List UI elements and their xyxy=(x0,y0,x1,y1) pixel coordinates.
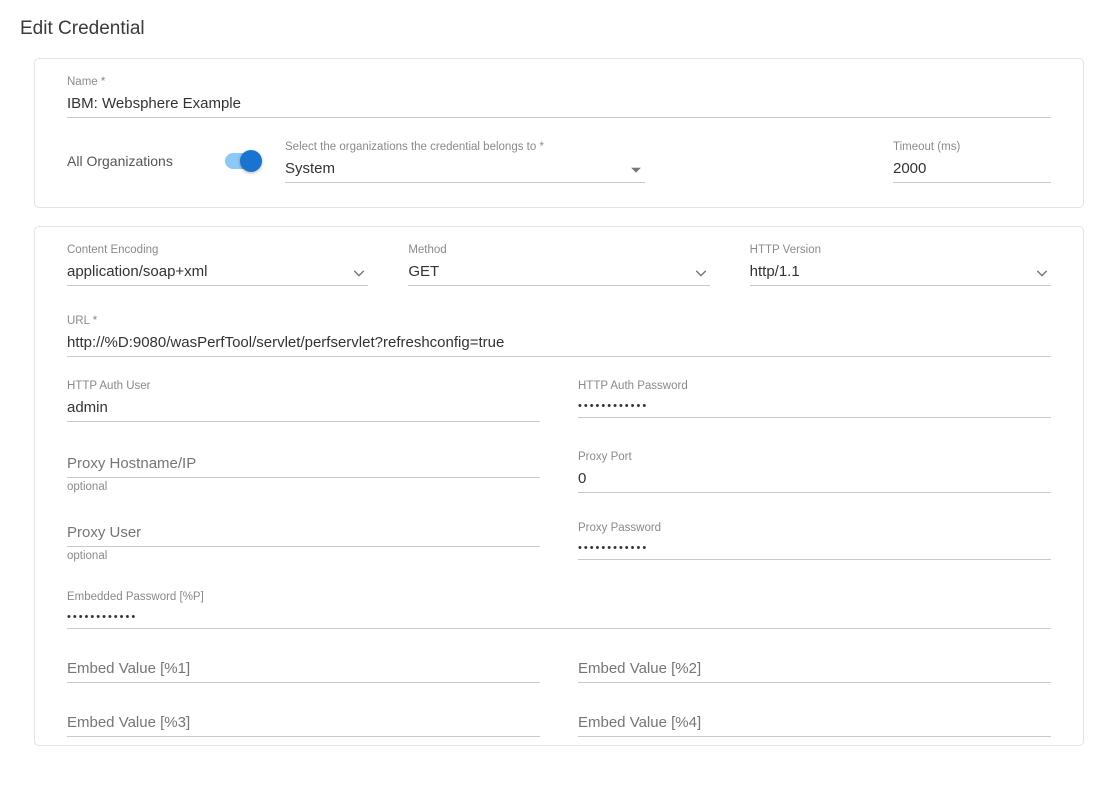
embed-pw-input[interactable] xyxy=(67,608,1051,629)
auth-pw-input[interactable] xyxy=(578,397,1051,418)
embed2-input[interactable] xyxy=(578,657,1051,683)
method-label: Method xyxy=(408,243,709,258)
auth-pw-field: HTTP Auth Password xyxy=(578,379,1051,422)
name-label: Name * xyxy=(67,75,1051,90)
method-select[interactable] xyxy=(408,260,709,286)
org-label: Select the organizations the credential … xyxy=(285,140,645,155)
proxy-host-helper: optional xyxy=(67,481,540,493)
embed-pw-label: Embedded Password [%P] xyxy=(67,590,1051,605)
embed2-field xyxy=(578,657,1051,683)
page-title: Edit Credential xyxy=(20,18,1100,40)
all-orgs-label: All Organizations xyxy=(67,153,207,169)
httpver-label: HTTP Version xyxy=(750,243,1051,258)
embed1-field xyxy=(67,657,540,683)
embed4-input[interactable] xyxy=(578,711,1051,737)
proxy-user-helper: optional xyxy=(67,550,540,562)
timeout-label: Timeout (ms) xyxy=(893,140,1051,155)
org-select[interactable] xyxy=(285,157,645,183)
all-orgs-toggle[interactable] xyxy=(225,153,259,169)
proxy-host-input[interactable] xyxy=(67,452,540,478)
proxy-pw-field: Proxy Password xyxy=(578,521,1051,560)
timeout-field: Timeout (ms) xyxy=(893,140,1051,183)
encoding-select[interactable] xyxy=(67,260,368,286)
embed4-field xyxy=(578,711,1051,737)
proxy-user-field: optional xyxy=(67,521,540,562)
card-basic: Name * All Organizations Select the orga… xyxy=(34,58,1084,208)
embed1-input[interactable] xyxy=(67,657,540,683)
embed-pw-field: Embedded Password [%P] xyxy=(67,590,1051,629)
proxy-host-field: optional xyxy=(67,452,540,493)
name-field: Name * xyxy=(67,75,1051,118)
proxy-user-input[interactable] xyxy=(67,521,540,547)
auth-user-input[interactable] xyxy=(67,396,540,422)
proxy-port-input[interactable] xyxy=(578,467,1051,493)
embed3-input[interactable] xyxy=(67,711,540,737)
name-input[interactable] xyxy=(67,92,1051,118)
auth-user-field: HTTP Auth User xyxy=(67,379,540,422)
auth-pw-label: HTTP Auth Password xyxy=(578,379,1051,394)
httpver-select[interactable] xyxy=(750,260,1051,286)
url-field: URL * xyxy=(67,314,1051,357)
org-field: Select the organizations the credential … xyxy=(285,140,645,183)
timeout-input[interactable] xyxy=(893,157,1051,183)
proxy-pw-label: Proxy Password xyxy=(578,521,1051,536)
proxy-port-label: Proxy Port xyxy=(578,450,1051,465)
method-field: Method xyxy=(408,243,709,286)
httpver-field: HTTP Version xyxy=(750,243,1051,286)
url-input[interactable] xyxy=(67,331,1051,357)
url-label: URL * xyxy=(67,314,1051,329)
auth-user-label: HTTP Auth User xyxy=(67,379,540,394)
proxy-pw-input[interactable] xyxy=(578,539,1051,560)
card-details: Content Encoding Method HTTP Version xyxy=(34,226,1084,746)
encoding-field: Content Encoding xyxy=(67,243,368,286)
embed3-field xyxy=(67,711,540,737)
proxy-port-field: Proxy Port xyxy=(578,450,1051,493)
encoding-label: Content Encoding xyxy=(67,243,368,258)
